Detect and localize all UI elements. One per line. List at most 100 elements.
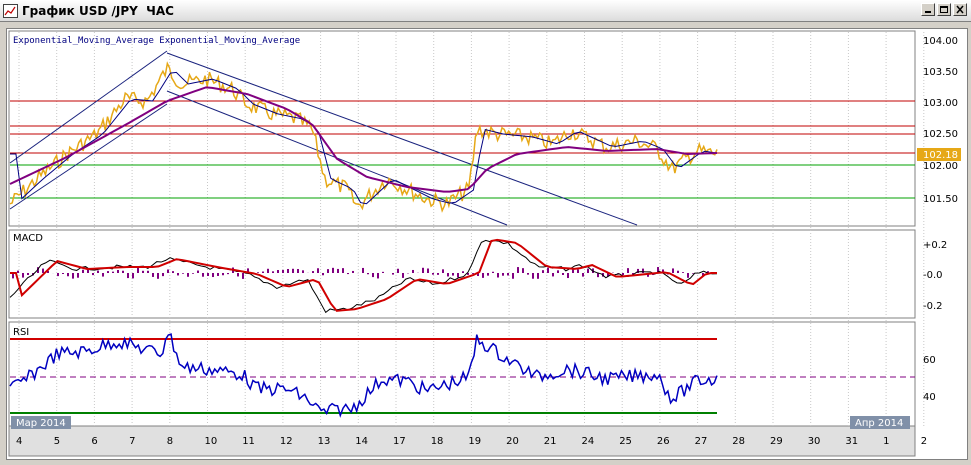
- window-title: График USD /JPY ЧАС: [22, 3, 174, 18]
- macd-histogram-bar: [17, 270, 19, 273]
- macd-histogram-bar: [302, 270, 304, 273]
- time-tick-label: 30: [808, 436, 821, 447]
- macd-histogram-bar: [422, 267, 424, 273]
- macd-histogram-bar: [207, 273, 209, 277]
- time-tick-label: 21: [544, 436, 557, 447]
- macd-histogram-bar: [682, 272, 684, 273]
- macd-histogram-bar: [437, 273, 439, 275]
- time-tick-label: 26: [657, 436, 670, 447]
- macd-histogram-bar: [152, 273, 154, 277]
- close-button[interactable]: [953, 3, 967, 16]
- macd-histogram-bar: [522, 268, 524, 273]
- minimize-button[interactable]: [921, 3, 935, 16]
- macd-histogram-bar: [272, 271, 274, 273]
- macd-histogram-bar: [537, 273, 539, 279]
- time-tick-label: 10: [205, 436, 218, 447]
- macd-histogram-bar: [367, 273, 369, 275]
- macd-histogram-bar: [332, 267, 334, 273]
- rsi-label: RSI: [13, 327, 29, 338]
- macd-histogram-bar: [177, 273, 179, 276]
- macd-histogram-bar: [42, 268, 44, 273]
- macd-histogram-bar: [622, 273, 624, 276]
- macd-histogram-bar: [672, 268, 674, 273]
- macd-histogram-bar: [542, 270, 544, 273]
- time-tick-label: 29: [770, 436, 783, 447]
- time-tick-label: 6: [91, 436, 97, 447]
- macd-histogram-bar: [552, 273, 554, 277]
- macd-histogram-bar: [642, 268, 644, 273]
- time-tick-label: 8: [167, 436, 173, 447]
- restore-button[interactable]: [937, 3, 951, 16]
- macd-histogram-bar: [97, 270, 99, 273]
- macd-histogram-bar: [287, 268, 289, 273]
- macd-histogram-bar: [482, 273, 484, 278]
- macd-histogram-bar: [82, 269, 84, 273]
- time-tick-label: 17: [393, 436, 406, 447]
- macd-histogram-bar: [557, 270, 559, 273]
- macd-histogram-bar: [127, 273, 129, 279]
- macd-histogram-bar: [687, 273, 689, 278]
- macd-histogram-bar: [527, 273, 529, 275]
- price-tick: 101.50: [923, 194, 958, 205]
- macd-histogram-bar: [192, 273, 194, 274]
- macd-histogram-bar: [457, 273, 459, 278]
- macd-histogram-bar: [317, 268, 319, 273]
- macd-tick: -0.0: [923, 270, 943, 281]
- rsi-tick: 40: [923, 392, 936, 403]
- minimize-icon: [925, 11, 931, 13]
- macd-histogram-bar: [337, 268, 339, 273]
- macd-histogram-bar: [217, 273, 219, 276]
- macd-histogram-bar: [187, 273, 189, 277]
- macd-histogram-bar: [102, 273, 104, 277]
- time-tick-label: 24: [582, 436, 595, 447]
- macd-histogram-bar: [382, 271, 384, 273]
- price-tick: 102.50: [923, 129, 958, 140]
- time-tick-label: 18: [431, 436, 444, 447]
- usdjpy-chart[interactable]: Exponential_Moving_Average Exponential_M…: [7, 29, 967, 459]
- macd-histogram-bar: [452, 273, 454, 276]
- time-tick-label: 12: [280, 436, 293, 447]
- restore-icon: [940, 6, 948, 13]
- macd-histogram-bar: [57, 273, 59, 277]
- macd-histogram-bar: [392, 273, 394, 275]
- macd-histogram-bar: [512, 273, 514, 279]
- current-price-value: 102.18: [923, 150, 958, 161]
- macd-histogram-bar: [402, 273, 404, 278]
- macd-histogram-bar: [447, 273, 449, 277]
- macd-histogram-bar: [222, 273, 224, 276]
- indicator-label: Exponential_Moving_Average Exponential_M…: [13, 36, 300, 46]
- macd-histogram-bar: [72, 273, 74, 279]
- macd-histogram-bar: [347, 273, 349, 275]
- macd-histogram-bar: [427, 268, 429, 273]
- macd-histogram-bar: [297, 269, 299, 273]
- macd-histogram-bar: [327, 269, 329, 273]
- macd-histogram-bar: [397, 268, 399, 273]
- macd-histogram-bar: [112, 271, 114, 273]
- macd-histogram-bar: [412, 269, 414, 273]
- macd-histogram-bar: [567, 273, 569, 279]
- macd-histogram-bar: [352, 270, 354, 273]
- macd-histogram-bar: [322, 273, 324, 276]
- macd-histogram-bar: [242, 273, 244, 279]
- macd-histogram-bar: [182, 273, 184, 274]
- macd-histogram-bar: [117, 269, 119, 273]
- macd-histogram-bar: [267, 268, 269, 273]
- macd-histogram-bar: [162, 273, 164, 277]
- macd-histogram-bar: [132, 273, 134, 279]
- macd-histogram-bar: [292, 268, 294, 273]
- macd-histogram-bar: [432, 273, 434, 275]
- time-tick-label: 14: [355, 436, 368, 447]
- macd-histogram-bar: [692, 273, 694, 274]
- chart-window-icon: [3, 3, 18, 18]
- chart-area[interactable]: Exponential_Moving_Average Exponential_M…: [6, 28, 968, 460]
- macd-histogram-bar: [282, 269, 284, 273]
- macd-histogram-bar: [362, 267, 364, 273]
- macd-histogram-bar: [197, 270, 199, 273]
- macd-histogram-bar: [502, 273, 504, 276]
- macd-histogram-bar: [562, 273, 564, 275]
- month-start-label: Мар 2014: [16, 418, 66, 429]
- price-tick: 104.00: [923, 36, 958, 47]
- macd-histogram-bar: [627, 268, 629, 273]
- macd-histogram-bar: [142, 270, 144, 273]
- macd-histogram-bar: [92, 273, 94, 276]
